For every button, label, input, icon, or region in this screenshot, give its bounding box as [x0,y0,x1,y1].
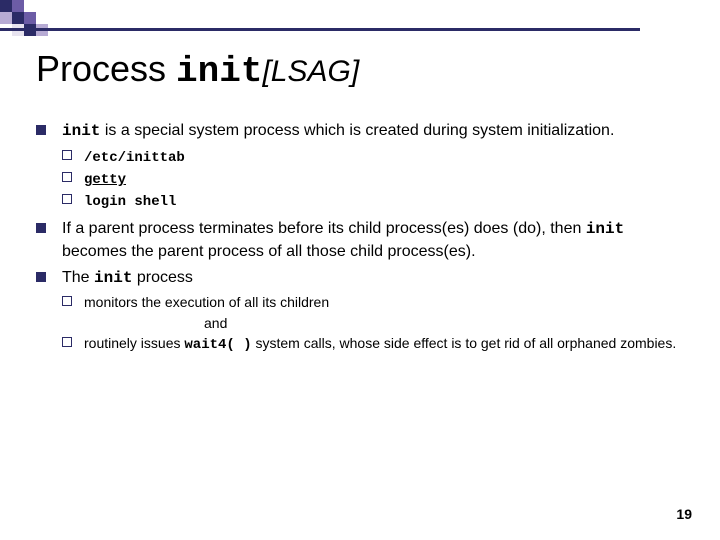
sub-inittab-text: /etc/inittab [84,150,185,166]
bullet-3-code: init [94,269,132,287]
top-rule [0,28,640,31]
bullet-2: If a parent process terminates before it… [36,218,690,262]
sub-wait4-code: wait4( ) [184,337,251,353]
and-connector: and [84,313,690,333]
bullet-1-code: init [62,122,100,140]
sub-wait4-post: system calls, whose side effect is to ge… [252,335,677,351]
sub-login-shell: login shell [62,190,690,212]
sub-getty-text: getty [84,172,126,188]
sub-wait4: routinely issues wait4( ) system calls, … [62,333,690,355]
sub-getty: getty [62,168,690,190]
title-suffix: [LSAG] [262,55,359,88]
bullet-list: init is a special system process which i… [36,120,690,355]
slide-content: Process init[LSAG] init is a special sys… [36,48,690,361]
page-number: 19 [676,506,692,522]
bullet-3-subs: monitors the execution of all its childr… [62,292,690,355]
slide-title: Process init[LSAG] [36,48,690,92]
sub-login-shell-text: login shell [84,194,176,210]
bullet-3-t2: process [132,269,192,286]
title-code: init [176,51,262,92]
sub-wait4-pre: routinely issues [84,335,184,351]
bullet-1-subs: /etc/inittab getty login shell [62,146,690,213]
sub-monitors: monitors the execution of all its childr… [62,292,690,333]
sub-inittab: /etc/inittab [62,146,690,168]
bullet-2-code: init [586,220,624,238]
bullet-1-text: is a special system process which is cre… [100,122,614,139]
bullet-2-t1: If a parent process terminates before it… [62,220,586,237]
bullet-2-t2: becomes the parent process of all those … [62,243,476,260]
sub-monitors-text: monitors the execution of all its childr… [84,294,329,310]
bullet-3-t1: The [62,269,94,286]
title-prefix: Process [36,48,176,89]
bullet-1: init is a special system process which i… [36,120,690,212]
bullet-3: The init process monitors the execution … [36,267,690,355]
